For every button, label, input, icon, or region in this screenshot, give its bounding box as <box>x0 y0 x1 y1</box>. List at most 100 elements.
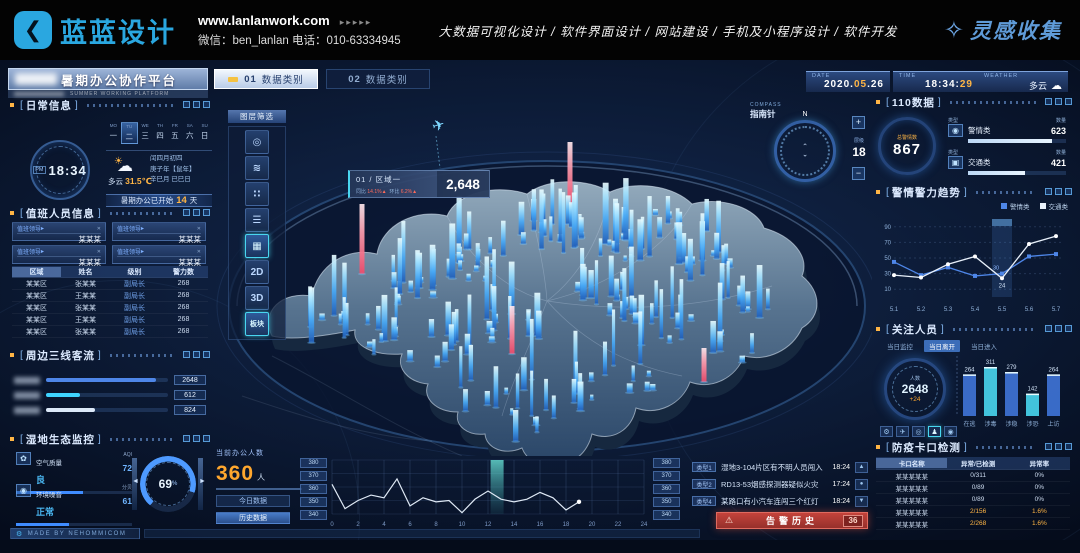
checkpoint-rate: 1.6% <box>1009 520 1070 527</box>
tab-data-category-01[interactable]: 01数据类别 <box>214 69 318 89</box>
legend-item[interactable]: 交通类 <box>1040 201 1069 211</box>
panel-expand-icon[interactable] <box>203 101 210 108</box>
panel-minimize-icon[interactable] <box>183 351 190 358</box>
table-row[interactable]: 某某区王某某副局长268 <box>12 290 208 302</box>
column-header[interactable]: 卡口名称 <box>876 458 947 468</box>
table-row[interactable]: 某某区王某某副局长268 <box>12 314 208 326</box>
column-header[interactable]: 异常/已检测 <box>947 458 1008 468</box>
trend-line-chart[interactable]: 907050301024305.15.25.35.45.55.65.7 <box>878 211 1068 317</box>
checkpoint-row[interactable]: 某某某某某0/890% <box>876 482 1070 494</box>
panel-window-icon[interactable] <box>1055 98 1062 105</box>
focus-icon-3[interactable]: ♟ <box>928 426 941 437</box>
scroll-up-icon[interactable]: ▲ <box>855 462 868 473</box>
checkpoint-row[interactable]: 某某某某某2/1561.6% <box>876 506 1070 518</box>
week-day-3[interactable]: WE三 <box>138 122 153 144</box>
panel-minimize-icon[interactable] <box>183 101 190 108</box>
panel-expand-icon[interactable] <box>203 351 210 358</box>
duty-leader-card[interactable]: 值班领导 ▸✕某某某 <box>12 222 106 241</box>
panel-minimize-icon[interactable] <box>1045 443 1052 450</box>
platform-title-plate: 暑期办公协作平台 <box>8 68 208 90</box>
panel-minimize-icon[interactable] <box>183 435 190 442</box>
week-day-1[interactable]: MO一 <box>106 122 121 144</box>
legend-item[interactable]: 警情类 <box>1001 201 1030 211</box>
panel-window-icon[interactable] <box>193 435 200 442</box>
duty-leader-card[interactable]: 值班领导 ▸✕某某某 <box>12 245 106 264</box>
focus-icon-1[interactable]: ✈ <box>896 426 909 437</box>
panel-window-icon[interactable] <box>193 209 200 216</box>
table-row[interactable]: 某某区张某某副局长268 <box>12 278 208 290</box>
panel-minimize-icon[interactable] <box>1045 325 1052 332</box>
table-row[interactable]: 某某区张某某副局长268 <box>12 302 208 314</box>
checkpoint-row[interactable]: 某某某某某0/890% <box>876 494 1070 506</box>
focus-icon-0[interactable]: ⚙ <box>880 426 893 437</box>
inspiration-collect[interactable]: ✧ 灵感收集 <box>944 15 1062 45</box>
close-icon[interactable]: ✕ <box>197 226 201 232</box>
close-icon[interactable]: ✕ <box>97 226 101 232</box>
website-link[interactable]: www.lanlanwork.com <box>198 13 330 28</box>
checkpoint-row[interactable]: 某某某某某0/3110% <box>876 470 1070 482</box>
duty-leader-card[interactable]: 值班领导 ▸✕某某某 <box>112 222 206 241</box>
layer-button-3d-view[interactable]: 3D <box>245 286 269 310</box>
gauge-prev-arrow[interactable]: ◄ <box>132 478 139 485</box>
zoom-out-button[interactable]: − <box>852 167 865 180</box>
panel-minimize-icon[interactable] <box>1045 188 1052 195</box>
panel-window-icon[interactable] <box>193 101 200 108</box>
header-leader-line <box>110 354 174 357</box>
column-header[interactable]: 级别 <box>110 267 159 277</box>
layer-button-2d-view[interactable]: 2D <box>245 260 269 284</box>
alert-row[interactable]: 类型4某路口有小汽车连闯三个红灯18:24▼ <box>692 494 868 508</box>
layer-button-chart-layer[interactable]: ▦ <box>245 234 269 258</box>
focus-tab[interactable]: 当日监控 <box>882 340 918 352</box>
panel-expand-icon[interactable] <box>203 209 210 216</box>
hourly-line-chart[interactable]: 024681012141618202224 <box>330 456 650 534</box>
scroll-dot-icon[interactable]: ● <box>855 479 868 490</box>
scroll-down-icon[interactable]: ▼ <box>855 496 868 507</box>
office-button[interactable]: 历史数据 <box>216 512 290 524</box>
y-axis-tick: 360 <box>300 484 327 494</box>
gauge-next-arrow[interactable]: ► <box>199 478 206 485</box>
table-row[interactable]: 某某区张某某副局长268 <box>12 326 208 338</box>
panel-expand-icon[interactable] <box>1065 443 1072 450</box>
close-icon[interactable]: ✕ <box>97 249 101 255</box>
column-header[interactable]: 姓名 <box>61 267 110 277</box>
alert-time: 17:24 <box>832 481 850 488</box>
alert-category-row: 类型数量◉警情类623 <box>948 117 1066 143</box>
panel-expand-icon[interactable] <box>203 435 210 442</box>
week-day-2[interactable]: TU二 <box>121 122 138 144</box>
duty-leader-card[interactable]: 值班领导 ▸✕某某某 <box>112 245 206 264</box>
duty-name: 某某某 <box>117 233 201 245</box>
panel-minimize-icon[interactable] <box>1045 98 1052 105</box>
alert-row[interactable]: 类型1湿地3-104片区有不明人员闯入18:24▲ <box>692 460 868 474</box>
column-header[interactable]: 区域 <box>12 267 61 277</box>
panel-window-icon[interactable] <box>1055 188 1062 195</box>
layer-button-signal-layer[interactable]: ≋ <box>245 156 269 180</box>
close-icon[interactable]: ✕ <box>197 249 201 255</box>
alert-row[interactable]: 类型2RD13-53烟感探测器疑似火灾17:24● <box>692 477 868 491</box>
zoom-in-button[interactable]: + <box>852 116 865 129</box>
week-day-4[interactable]: TH四 <box>153 122 168 144</box>
panel-expand-icon[interactable] <box>1065 98 1072 105</box>
focus-icon-2[interactable]: ◎ <box>912 426 925 437</box>
week-day-5[interactable]: FR五 <box>167 122 182 144</box>
panel-expand-icon[interactable] <box>1065 188 1072 195</box>
layer-button-camera-layer[interactable]: ◎ <box>245 130 269 154</box>
week-day-6[interactable]: SA六 <box>182 122 197 144</box>
panel-minimize-icon[interactable] <box>183 209 190 216</box>
panel-window-icon[interactable] <box>193 351 200 358</box>
panel-checkpoint: [防疫卡口检测] 卡口名称异常/已检测异常率某某某某某0/3110%某某某某某0… <box>874 440 1072 536</box>
layer-button-cluster-layer[interactable]: ∷ <box>245 182 269 206</box>
checkpoint-row[interactable]: 某某某某某2/2681.6% <box>876 518 1070 530</box>
layer-button-blocks-view[interactable]: 板块 <box>245 312 269 336</box>
panel-window-icon[interactable] <box>1055 443 1062 450</box>
panel-expand-icon[interactable] <box>1065 325 1072 332</box>
column-header[interactable]: 警力数 <box>159 267 208 277</box>
tab-data-category-02[interactable]: 02数据类别 <box>326 69 430 89</box>
week-day-7[interactable]: SU日 <box>197 122 212 144</box>
alert-history-button[interactable]: ⚠ 告警历史 36 <box>716 512 868 529</box>
column-header[interactable]: 异常率 <box>1009 458 1070 468</box>
focus-bar-chart[interactable]: 264在逃311涉毒279涉稳142涉恐264上访 <box>954 350 1070 436</box>
compass-ring[interactable]: N ⌃⌄ <box>774 120 836 182</box>
panel-window-icon[interactable] <box>1055 325 1062 332</box>
office-button[interactable]: 今日数据 <box>216 495 290 507</box>
layer-button-list-layer[interactable]: ☰ <box>245 208 269 232</box>
